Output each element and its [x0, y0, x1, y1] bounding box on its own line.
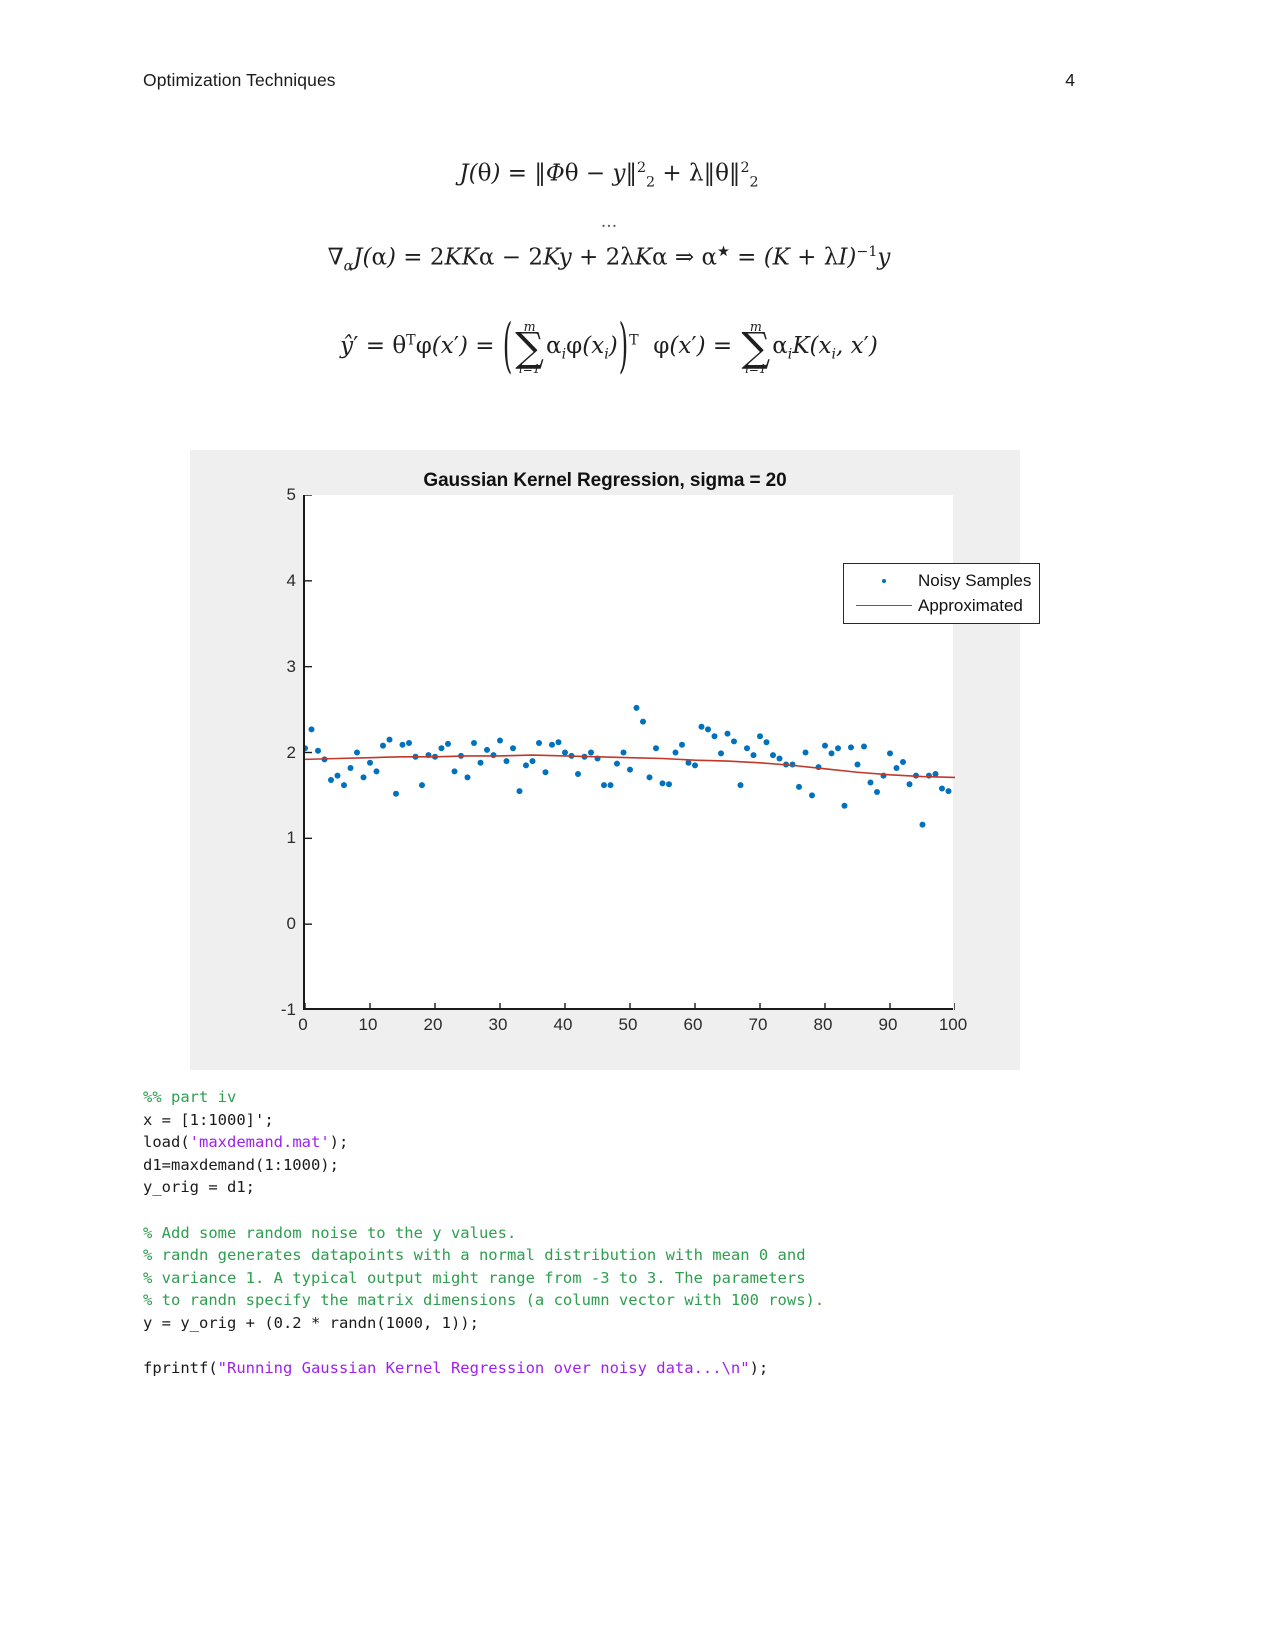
code-line: load('maxdemand.mat'); [143, 1131, 1143, 1154]
equation-objective: J(θ) = ‖Φθ − y‖22 + λ‖θ‖22 [459, 160, 759, 191]
y-tick-label: 1 [286, 828, 296, 848]
chart-title: Gaussian Kernel Regression, sigma = 20 [423, 470, 787, 491]
y-tick-label: 4 [286, 570, 296, 590]
code-token: load( [143, 1133, 190, 1152]
figure-container: Gaussian Kernel Regression, sigma = 20 -… [190, 450, 1040, 1070]
code-line: y_orig = d1; [143, 1176, 1143, 1199]
code-token: d1=maxdemand(1:1000); [143, 1155, 339, 1174]
code-token: y = y_orig + (0.2 * randn(1000, 1)); [143, 1313, 479, 1332]
code-token: ); [749, 1359, 769, 1378]
code-token: % Add some random noise to the y values. [143, 1223, 517, 1242]
x-tick-label: 0 [298, 1015, 308, 1034]
code-token: ); [329, 1133, 349, 1152]
code-line: %% part iv [143, 1086, 1143, 1109]
code-token: fprintf( [143, 1359, 218, 1378]
legend-item-approximated: Approximated [844, 593, 1039, 618]
y-tick-label: 5 [286, 485, 296, 504]
legend-label: Noisy Samples [918, 570, 1032, 590]
x-tick-label: 40 [553, 1015, 573, 1034]
y-tick-label: 0 [286, 914, 296, 934]
chart-legend: Noisy Samples Approximated [843, 563, 1040, 624]
code-token: % variance 1. A typical output might ran… [143, 1268, 806, 1287]
y-tick-label: 2 [286, 742, 296, 762]
equation-prediction: ŷ′ = θTφ(x′) = (m ∑ i=1 αiφ(xi))T φ(x′) = m… [340, 312, 878, 381]
y-axis-tick-labels: -1 0 1 2 3 4 5 [252, 485, 296, 1019]
x-tick-label: 80 [813, 1015, 833, 1034]
code-line: fprintf("Running Gaussian Kernel Regress… [143, 1357, 1143, 1380]
legend-label: Approximated [918, 595, 1023, 615]
equation-ellipsis: ... [600, 212, 618, 233]
code-token: % randn generates datapoints with a norm… [143, 1246, 806, 1265]
page-title: Optimization Techniques [143, 70, 336, 90]
code-token: %% part iv [143, 1088, 237, 1106]
code-listing: %% part iv x = [1:1000]'; load('maxdemand.… [143, 1086, 1143, 1380]
x-tick-label: 60 [683, 1015, 703, 1034]
code-token: x = [1:1000]'; [143, 1110, 274, 1129]
legend-item-noisy-samples: Noisy Samples [844, 568, 1039, 593]
legend-marker-dot-icon [850, 578, 918, 583]
x-tick-label: 20 [423, 1015, 443, 1034]
x-tick-label: 30 [488, 1015, 508, 1034]
code-line: % variance 1. A typical output might ran… [143, 1267, 1143, 1290]
x-tick-label: 50 [618, 1015, 638, 1034]
code-line: % to randn specify the matrix dimensions… [143, 1289, 1143, 1312]
code-token: "Running Gaussian Kernel Regression over… [217, 1359, 750, 1378]
equations-block: J(θ) = ‖Φθ − y‖22 + λ‖θ‖22 ... ∇αJ(α) = … [143, 140, 1075, 381]
x-tick-label: 90 [878, 1015, 898, 1034]
code-line: x = [1:1000]'; [143, 1109, 1143, 1132]
legend-marker-line-icon [850, 605, 918, 606]
code-line: y = y_orig + (0.2 * randn(1000, 1)); [143, 1312, 1143, 1335]
code-line: % randn generates datapoints with a norm… [143, 1244, 1143, 1267]
equation-gradient: ∇αJ(α) = 2KKα − 2Ky + 2λKα ⇒ α★ = (K + λ… [327, 244, 891, 275]
y-tick-label: 3 [286, 656, 296, 676]
code-token: % to randn specify the matrix dimensions… [143, 1291, 825, 1310]
x-tick-label: 100 [938, 1015, 968, 1034]
x-axis-tick-labels: 0 10 20 30 40 50 60 70 80 90 100 [298, 1015, 967, 1043]
code-line: d1=maxdemand(1:1000); [143, 1154, 1143, 1177]
code-line: % Add some random noise to the y values. [143, 1222, 1143, 1245]
code-token: 'maxdemand.mat' [189, 1133, 330, 1152]
plot-area: Noisy Samples Approximated [303, 495, 1040, 1010]
x-tick-label: 10 [358, 1015, 378, 1034]
x-tick-label: 70 [748, 1015, 768, 1034]
page-number: 4 [1065, 70, 1075, 90]
code-token: y_orig = d1; [143, 1178, 255, 1197]
page-header: Optimization Techniques 4 [143, 70, 1075, 91]
